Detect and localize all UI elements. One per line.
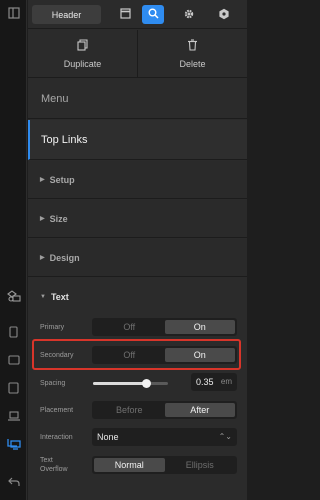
caret-down-icon: ▼	[40, 294, 46, 300]
spacing-slider-fill	[93, 382, 146, 385]
section-size-label: Size	[49, 213, 68, 224]
window-icon	[119, 8, 131, 21]
spacing-slider[interactable]	[93, 379, 168, 388]
left-rail	[0, 0, 27, 500]
tablet-icon[interactable]	[6, 380, 21, 395]
header-tab[interactable]: Header	[32, 5, 101, 24]
undo-icon[interactable]	[6, 474, 21, 489]
gear-icon	[183, 8, 195, 22]
interaction-select[interactable]: None ⌃⌄	[92, 428, 237, 446]
overflow-toggle: Normal Ellipsis	[92, 456, 237, 474]
secondary-off-option[interactable]: Off	[94, 348, 165, 362]
primary-on-option[interactable]: On	[164, 320, 235, 334]
spacing-input[interactable]: 0.35 em	[191, 373, 237, 391]
section-setup[interactable]: ▶ Setup	[28, 161, 247, 199]
phone-portrait-icon[interactable]	[6, 324, 21, 339]
desktop-icon[interactable]	[6, 436, 21, 451]
laptop-icon[interactable]	[6, 408, 21, 423]
phone-landscape-icon[interactable]	[6, 352, 21, 367]
components-button[interactable]	[213, 5, 235, 24]
search-icon	[148, 8, 159, 21]
columns-icon[interactable]	[6, 5, 21, 20]
section-text-label: Text	[50, 292, 69, 302]
duplicate-label: Duplicate	[63, 58, 102, 69]
interaction-label: Interaction	[40, 434, 73, 441]
search-button[interactable]	[142, 5, 164, 24]
overflow-ellipsis-option[interactable]: Ellipsis	[165, 458, 236, 472]
placement-before-option[interactable]: Before	[94, 403, 165, 417]
section-design-label: Design	[49, 252, 80, 263]
interaction-value: None	[97, 432, 119, 442]
element-actions: Duplicate Delete	[28, 30, 247, 78]
breakpoints-icon[interactable]	[6, 288, 21, 303]
overflow-label-line1: Text	[40, 457, 53, 464]
settings-button[interactable]	[178, 5, 200, 24]
duplicate-icon	[77, 38, 88, 53]
primary-label: Primary	[40, 324, 65, 331]
placement-toggle: Before After	[92, 401, 237, 419]
placement-label: Placement	[40, 407, 74, 414]
chevron-updown-icon: ⌃⌄	[218, 432, 232, 441]
secondary-toggle: Off On	[92, 346, 237, 364]
page-title: Top Links	[28, 120, 247, 160]
caret-right-icon: ▶	[40, 216, 45, 222]
placement-after-option[interactable]: After	[164, 403, 235, 417]
settings-panel: Header Duplicate Delete Menu Top Links ▶…	[28, 0, 247, 500]
spacing-unit: em	[220, 377, 232, 386]
hexagon-icon	[218, 8, 230, 22]
caret-right-icon: ▶	[40, 255, 45, 261]
overflow-normal-option[interactable]: Normal	[94, 458, 165, 472]
spacing-slider-handle[interactable]	[141, 379, 151, 388]
section-size[interactable]: ▶ Size	[28, 200, 247, 238]
overflow-label-line2: Overflow	[40, 466, 68, 473]
overflow-label: Text Overflow	[40, 456, 68, 474]
spacing-value: 0.35	[196, 377, 214, 387]
section-text[interactable]: ▼ Text	[28, 278, 247, 316]
section-design[interactable]: ▶ Design	[28, 239, 247, 277]
spacing-label: Spacing	[40, 380, 66, 387]
delete-label: Delete	[179, 58, 206, 69]
toolbar: Header	[28, 0, 247, 29]
secondary-on-option[interactable]: On	[164, 348, 235, 362]
delete-button[interactable]: Delete	[137, 30, 247, 77]
secondary-label: Secondary	[40, 352, 74, 359]
breadcrumb-menu[interactable]: Menu	[28, 79, 247, 119]
trash-icon	[187, 38, 198, 53]
primary-off-option[interactable]: Off	[94, 320, 165, 334]
section-setup-label: Setup	[49, 174, 75, 185]
primary-toggle: Off On	[92, 318, 237, 336]
layout-button[interactable]	[114, 5, 136, 24]
caret-right-icon: ▶	[40, 177, 45, 183]
duplicate-button[interactable]: Duplicate	[28, 30, 137, 77]
